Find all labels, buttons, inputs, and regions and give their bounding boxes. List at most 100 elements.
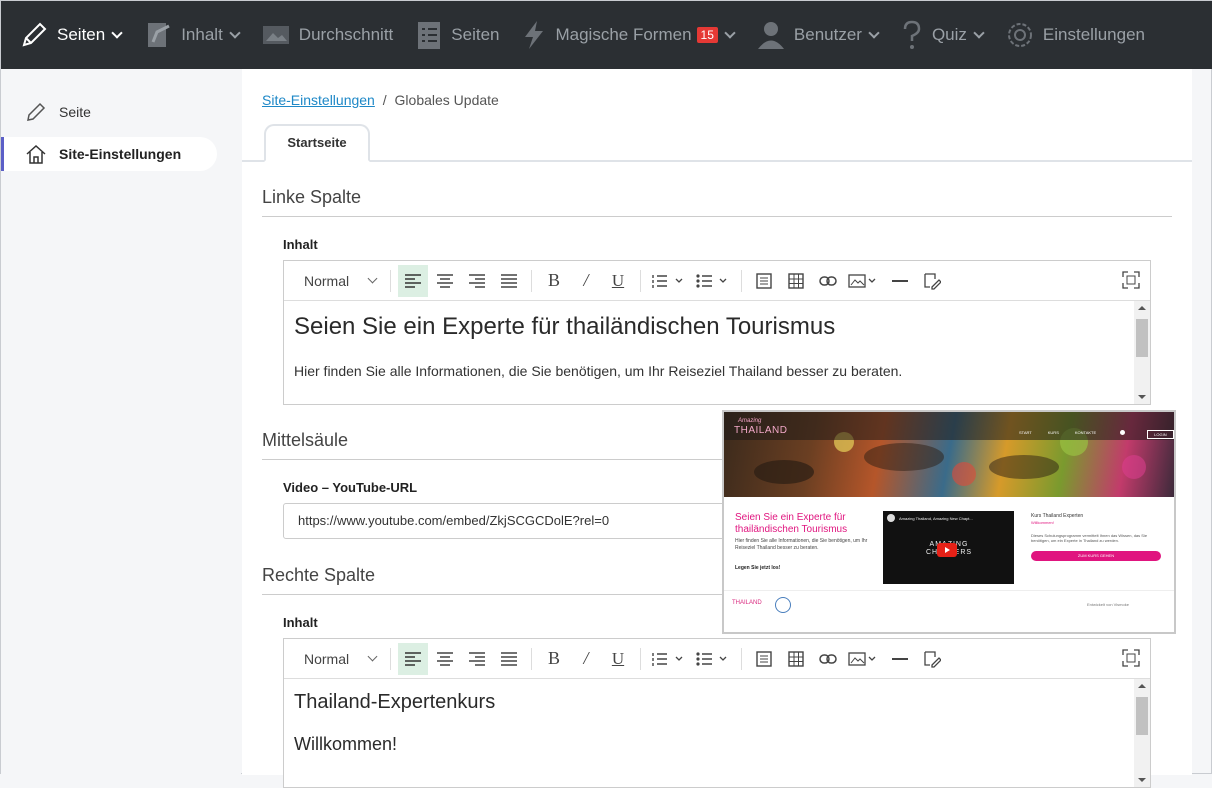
underline-icon: U <box>611 270 625 290</box>
nav-einstellungen-label: Einstellungen <box>1042 25 1145 44</box>
format-select[interactable]: Normal <box>296 651 384 667</box>
preview-footer-logo: THAILAND <box>732 600 762 606</box>
gear-icon <box>1007 23 1032 47</box>
nav-quiz[interactable]: Quiz <box>900 1 985 69</box>
source-edit-icon <box>924 650 941 668</box>
preview-info-icon <box>1120 430 1126 435</box>
nav-seiten-2[interactable]: Seiten <box>415 1 499 69</box>
block-button[interactable] <box>749 643 779 675</box>
italic-button[interactable]: / <box>571 265 601 297</box>
align-justify-button[interactable] <box>494 265 524 297</box>
fullscreen-button[interactable] <box>1122 649 1140 672</box>
bullet-list-icon <box>696 651 727 666</box>
rich-text-editor-left[interactable]: Normal B / U Seien Sie ein Experte für t… <box>283 260 1151 405</box>
sidebar-item-label: Site-Einstellungen <box>59 146 182 162</box>
image-insert-button[interactable] <box>845 265 883 297</box>
rich-text-editor-right[interactable]: Normal B / U Thailand-Expertenkurs Willk… <box>283 638 1151 788</box>
toolbar-separator <box>390 647 391 670</box>
bullet-list-button[interactable] <box>692 643 734 675</box>
user-icon <box>757 22 784 49</box>
editor-toolbar: Normal B / U <box>284 261 1150 301</box>
horizontal-rule-button[interactable] <box>885 643 915 675</box>
nav-einstellungen[interactable]: Einstellungen <box>1005 1 1145 69</box>
nav-inhalt-label: Inhalt <box>181 25 223 44</box>
table-button[interactable] <box>781 643 811 675</box>
ordered-list-icon <box>652 652 683 666</box>
link-icon <box>819 653 837 664</box>
align-right-button[interactable] <box>462 643 492 675</box>
toolbar-separator <box>741 647 742 670</box>
nav-inhalt[interactable]: Inhalt <box>143 1 241 69</box>
align-center-button[interactable] <box>430 265 460 297</box>
nav-magische-formen[interactable]: Magische Formen 15 <box>521 1 736 69</box>
align-center-button[interactable] <box>430 643 460 675</box>
section-title-middle: Mittelsäule <box>262 430 722 460</box>
align-left-button[interactable] <box>398 642 428 675</box>
preview-course-desc: Dieses Schulungsprogramm vermittelt Ihne… <box>1031 533 1148 543</box>
scroll-down-icon <box>1138 395 1146 399</box>
chevron-down-icon <box>868 27 880 39</box>
fullscreen-button[interactable] <box>1122 271 1140 294</box>
toolbar-separator <box>531 647 532 670</box>
source-edit-button[interactable] <box>917 643 947 675</box>
checklist-icon <box>418 22 441 49</box>
ordered-list-button[interactable] <box>648 643 690 675</box>
bold-icon: B <box>547 270 560 290</box>
block-button[interactable] <box>749 265 779 297</box>
underline-button[interactable]: U <box>603 643 633 675</box>
horizontal-rule-button[interactable] <box>885 265 915 297</box>
question-icon <box>903 20 921 49</box>
fullscreen-icon <box>1122 649 1140 667</box>
editor-scrollbar[interactable] <box>1134 679 1150 787</box>
preview-nav: START KURS KONTAKTE LOGIN <box>1019 430 1174 439</box>
format-select[interactable]: Normal <box>296 273 384 289</box>
editor-paragraph: Hier finden Sie alle Informationen, die … <box>294 363 903 379</box>
align-justify-button[interactable] <box>494 643 524 675</box>
scroll-thumb[interactable] <box>1136 319 1148 357</box>
editor-content[interactable]: Seien Sie ein Experte für thailändischen… <box>284 301 1150 404</box>
align-right-button[interactable] <box>462 265 492 297</box>
bullet-list-button[interactable] <box>692 265 734 297</box>
link-button[interactable] <box>813 265 843 297</box>
bold-button[interactable]: B <box>539 265 569 297</box>
nav-seiten[interactable]: Seiten <box>19 1 123 69</box>
scroll-thumb[interactable] <box>1136 697 1148 735</box>
editor-paragraph: Willkommen! <box>294 734 398 754</box>
pencil-icon <box>27 102 46 121</box>
horizontal-rule-icon <box>892 279 908 282</box>
editor-scrollbar[interactable] <box>1134 301 1150 404</box>
sidebar-item-site-einstellungen[interactable]: Site-Einstellungen <box>1 137 217 171</box>
chevron-down-icon <box>111 27 123 39</box>
source-edit-button[interactable] <box>917 265 947 297</box>
preview-course-welcome: Willkommen! <box>1031 520 1054 525</box>
image-insert-button[interactable] <box>845 643 883 675</box>
align-left-button[interactable] <box>398 264 428 297</box>
underline-button[interactable]: U <box>603 265 633 297</box>
bold-button[interactable]: B <box>539 643 569 675</box>
breadcrumb-separator: / <box>382 92 387 108</box>
editor-content[interactable]: Thailand-Expertenkurs Willkommen! <box>284 679 1150 787</box>
editor-heading: Seien Sie ein Experte für thailändischen… <box>294 313 836 340</box>
toolbar-separator <box>640 269 641 292</box>
preview-nav-start: START <box>1019 430 1032 435</box>
link-button[interactable] <box>813 643 843 675</box>
preview-course-title: Kurs Thailand Experten <box>1031 513 1084 519</box>
preview-brand-top: Amazing <box>738 418 762 424</box>
sidebar-item-seite[interactable]: Seite <box>1 95 217 129</box>
breadcrumb-link[interactable]: Site-Einstellungen <box>262 92 375 108</box>
preview-heading: Seien Sie ein Experte für thailändischen… <box>735 512 848 535</box>
align-center-icon <box>437 273 453 288</box>
nav-durchschnitt[interactable]: Durchschnitt <box>261 1 393 69</box>
italic-button[interactable]: / <box>571 643 601 675</box>
nav-benutzer[interactable]: Benutzer <box>756 1 880 69</box>
breadcrumb-current: Globales Update <box>394 92 499 108</box>
format-select-value: Normal <box>304 272 350 289</box>
toolbar-separator <box>640 647 641 670</box>
scroll-down-icon <box>1138 778 1146 782</box>
scroll-up-icon <box>1138 306 1146 310</box>
ordered-list-icon <box>652 274 683 288</box>
ordered-list-button[interactable] <box>648 265 690 297</box>
tab-startseite[interactable]: Startseite <box>264 124 370 162</box>
sidebar-item-label: Seite <box>59 104 91 120</box>
table-button[interactable] <box>781 265 811 297</box>
